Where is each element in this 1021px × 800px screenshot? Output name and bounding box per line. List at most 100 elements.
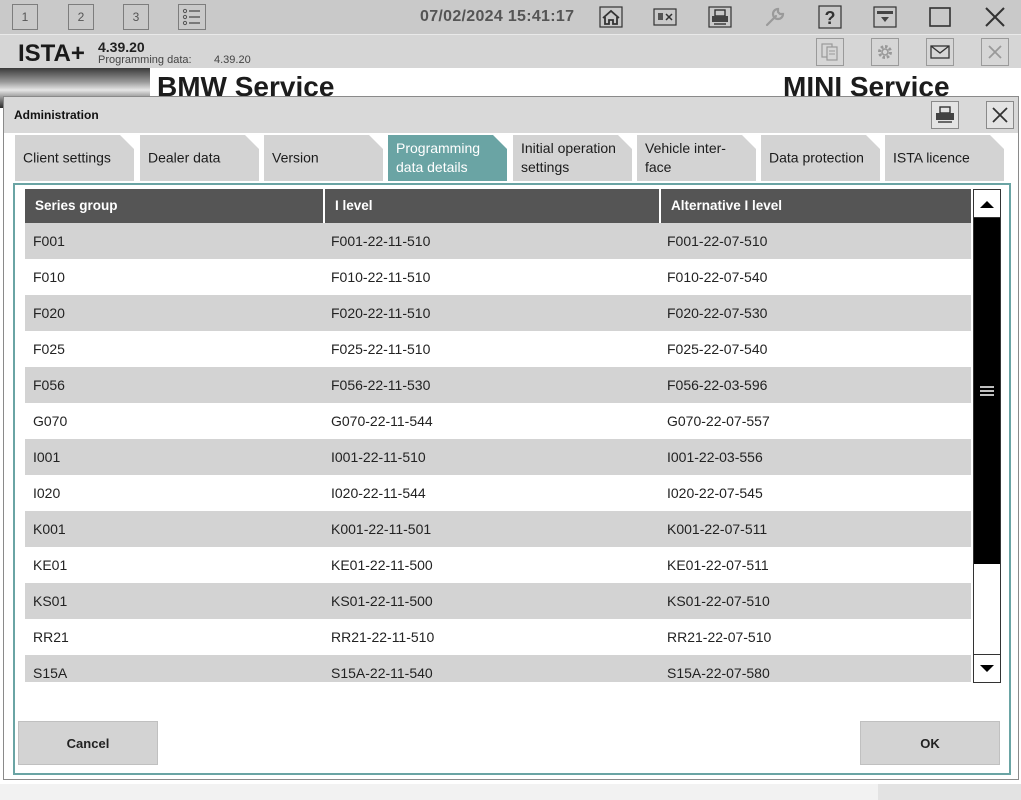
table-row[interactable]: I001 I001-22-11-510 I001-22-03-556 [25, 439, 971, 475]
home-icon [599, 6, 623, 28]
cell-series-group: G070 [33, 413, 68, 429]
app-close-button[interactable] [981, 3, 1009, 31]
dialog-title: Administration [14, 108, 99, 122]
cell-alternative-i-level: I001-22-03-556 [667, 449, 763, 465]
tab-dealer-data[interactable]: Dealer data [140, 135, 259, 181]
tab-label: Vehicle inter-face [645, 140, 726, 175]
home-button[interactable] [597, 3, 625, 31]
scroll-up-button[interactable] [974, 190, 1000, 218]
cell-series-group: F020 [33, 305, 65, 321]
table-row[interactable]: S15A S15A-22-11-540 S15A-22-07-580 [25, 655, 971, 682]
cell-i-level: F020-22-11-510 [331, 305, 431, 321]
tab-initial-operation-settings[interactable]: Initial operation settings [513, 135, 632, 181]
session-tab-3-button[interactable]: 3 [123, 4, 149, 30]
cell-i-level: G070-22-11-544 [331, 413, 433, 429]
settings-button[interactable] [871, 38, 899, 66]
cell-series-group: RR21 [33, 629, 69, 645]
cell-series-group: F056 [33, 377, 65, 393]
dialog-close-button[interactable] [986, 101, 1014, 129]
app-name: ISTA+ [18, 40, 85, 67]
cell-alternative-i-level: F010-22-07-540 [667, 269, 768, 285]
close-icon [985, 7, 1005, 27]
tab-label: Dealer data [148, 149, 221, 166]
table-row[interactable]: F001 F001-22-11-510 F001-22-07-510 [25, 223, 971, 259]
cell-alternative-i-level: F056-22-03-596 [667, 377, 768, 393]
tab-ista-licence[interactable]: ISTA licence [885, 135, 1004, 181]
cell-i-level: I001-22-11-510 [331, 449, 426, 465]
table-row[interactable]: F010 F010-22-11-510 F010-22-07-540 [25, 259, 971, 295]
table-row[interactable]: RR21 RR21-22-11-510 RR21-22-07-510 [25, 619, 971, 655]
cell-series-group: S15A [33, 665, 68, 681]
dropdown-menu-button[interactable] [871, 3, 899, 31]
tab-label: Client settings [23, 149, 111, 166]
tab-data-protection[interactable]: Data protection [761, 135, 880, 181]
cell-series-group: I020 [33, 485, 61, 501]
cell-series-group: F001 [33, 233, 65, 249]
scroll-down-button[interactable] [974, 654, 1000, 682]
session-tab-1-button[interactable]: 1 [12, 4, 38, 30]
print-button[interactable] [706, 3, 734, 31]
cell-i-level: F010-22-11-510 [331, 269, 431, 285]
dropdown-icon [873, 6, 897, 28]
messages-button[interactable] [926, 38, 954, 66]
svg-text:?: ? [825, 8, 836, 28]
programming-data-table: Series group I level Alternative I level… [25, 189, 971, 682]
cell-i-level: RR21-22-11-510 [331, 629, 435, 645]
envelope-icon [930, 45, 950, 59]
table-header: Series group I level Alternative I level [25, 189, 971, 223]
table-row[interactable]: F020 F020-22-11-510 F020-22-07-530 [25, 295, 971, 331]
cell-alternative-i-level: F025-22-07-540 [667, 341, 768, 357]
table-row[interactable]: K001 K001-22-11-501 K001-22-07-511 [25, 511, 971, 547]
close-session-button[interactable] [981, 38, 1009, 66]
vehicle-id-button[interactable] [651, 3, 679, 31]
session-tab-3-label: 3 [132, 10, 140, 24]
tab-client-settings[interactable]: Client settings [15, 135, 134, 181]
administration-dialog: Administration Client settings Dealer da… [3, 96, 1019, 780]
grip-icon [980, 386, 994, 396]
cell-series-group: F025 [33, 341, 65, 357]
table-row[interactable]: G070 G070-22-11-544 G070-22-07-557 [25, 403, 971, 439]
cell-series-group: K001 [33, 521, 66, 537]
tab-vehicle-interface[interactable]: Vehicle inter-face [637, 135, 756, 181]
dialog-print-button[interactable] [931, 101, 959, 129]
tab-version[interactable]: Version [264, 135, 383, 181]
gear-icon [878, 45, 892, 59]
scroll-thumb[interactable] [974, 218, 1000, 564]
maximize-icon [929, 7, 951, 27]
table-row[interactable]: F056 F056-22-11-530 F056-22-03-596 [25, 367, 971, 403]
cancel-button[interactable]: Cancel [18, 721, 158, 765]
datetime-display: 07/02/2024 15:41:17 [420, 8, 575, 25]
cell-i-level: K001-22-11-501 [331, 521, 432, 537]
tab-label: Programming data details [396, 140, 481, 175]
cell-alternative-i-level: G070-22-07-557 [667, 413, 770, 429]
cell-alternative-i-level: I020-22-07-545 [667, 485, 763, 501]
tab-label: Data protection [769, 149, 864, 166]
cell-alternative-i-level: KE01-22-07-511 [667, 557, 769, 573]
documents-button[interactable] [816, 38, 844, 66]
table-row[interactable]: KE01 KE01-22-11-500 KE01-22-07-511 [25, 547, 971, 583]
list-icon [182, 8, 200, 26]
cell-series-group: KE01 [33, 557, 68, 573]
help-button[interactable]: ? [816, 3, 844, 31]
tools-button[interactable] [761, 3, 789, 31]
tab-programming-data-details[interactable]: Programming data details [388, 135, 507, 181]
admin-tabs: Client settings Dealer data Version Prog… [15, 135, 1015, 181]
id-card-icon [653, 8, 677, 26]
session-tab-1-label: 1 [21, 10, 29, 24]
table-row[interactable]: KS01 KS01-22-11-500 KS01-22-07-510 [25, 583, 971, 619]
cell-alternative-i-level: F001-22-07-510 [667, 233, 768, 249]
session-tab-2-button[interactable]: 2 [68, 4, 94, 30]
list-menu-button[interactable] [178, 4, 206, 30]
table-scrollbar[interactable] [973, 189, 1001, 683]
cell-series-group: F010 [33, 269, 65, 285]
top-toolbar: 1 2 3 07/02/2024 15:41:17 ? [0, 0, 1021, 34]
ok-button[interactable]: OK [860, 721, 1000, 765]
column-header-i-level[interactable]: I level [323, 189, 659, 223]
maximize-button[interactable] [926, 3, 954, 31]
table-row[interactable]: F025 F025-22-11-510 F025-22-07-540 [25, 331, 971, 367]
tab-content-panel: Series group I level Alternative I level… [13, 183, 1011, 775]
programming-data-label: Programming data: [98, 54, 192, 66]
table-row[interactable]: I020 I020-22-11-544 I020-22-07-545 [25, 475, 971, 511]
column-header-alternative-i-level[interactable]: Alternative I level [659, 189, 971, 223]
column-header-series-group[interactable]: Series group [25, 189, 323, 223]
